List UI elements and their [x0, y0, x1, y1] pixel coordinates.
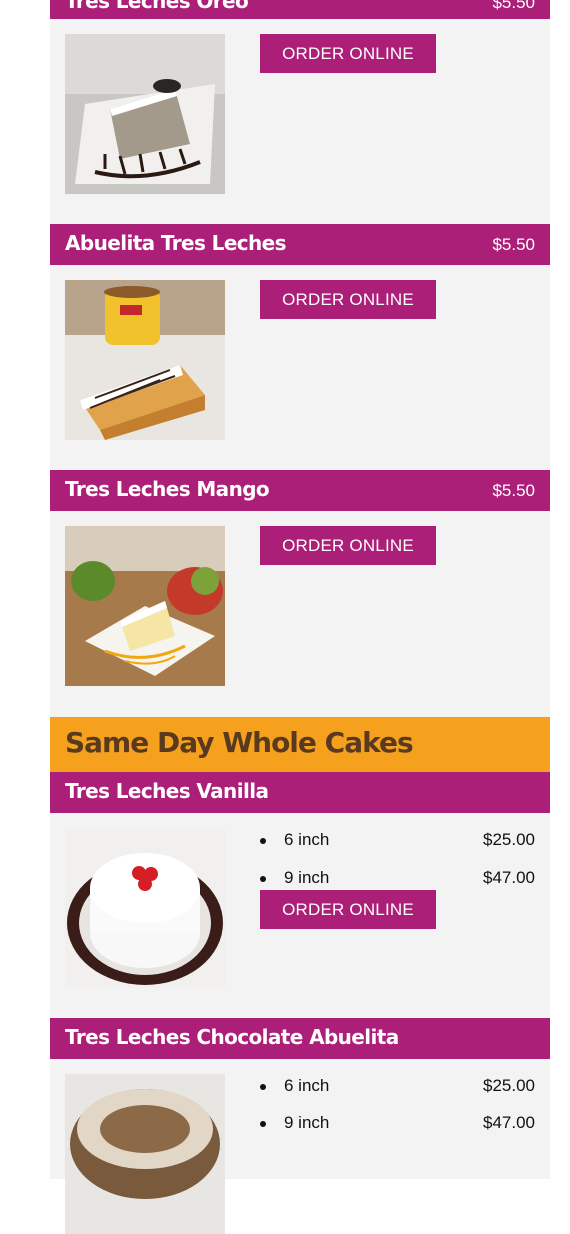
order-online-button[interactable]: ORDER ONLINE — [260, 34, 436, 73]
size-label: 6 inch — [284, 830, 330, 849]
size-option: 9 inch $47.00 — [260, 1111, 535, 1135]
order-online-button[interactable]: ORDER ONLINE — [260, 526, 436, 565]
item-card: ORDER ONLINE — [50, 511, 550, 717]
item-title: Tres Leches Chocolate Abuelita — [65, 1025, 399, 1049]
item-header: Abuelita Tres Leches $5.50 — [50, 224, 550, 265]
vanilla-cake-photo — [65, 828, 225, 988]
item-card: ORDER ONLINE — [50, 265, 550, 470]
item-title: Tres Leches Vanilla — [65, 779, 269, 803]
section-title: Same Day Whole Cakes — [65, 726, 414, 759]
size-option: 9 inch $47.00 — [260, 866, 535, 890]
item-header: Tres Leches Vanilla — [50, 772, 550, 813]
abuelita-cake-photo — [65, 280, 225, 440]
size-price: $25.00 — [483, 1076, 535, 1095]
mango-cake-photo — [65, 526, 225, 686]
item-price: $5.50 — [492, 481, 535, 500]
item-header: Tres Leches Chocolate Abuelita — [50, 1018, 550, 1059]
item-title: Tres Leches Oreo — [65, 0, 249, 13]
item-card: 6 inch $25.00 9 inch $47.00 — [50, 1059, 550, 1234]
bullet-icon — [260, 1121, 266, 1127]
bullet-icon — [260, 876, 266, 882]
size-option: 6 inch $25.00 — [260, 828, 535, 852]
item-card: ORDER ONLINE — [50, 19, 550, 224]
bullet-icon — [260, 838, 266, 844]
order-online-button[interactable]: ORDER ONLINE — [260, 890, 436, 929]
size-option: 6 inch $25.00 — [260, 1074, 535, 1098]
size-label: 6 inch — [284, 1076, 330, 1095]
section-banner: Same Day Whole Cakes — [50, 717, 550, 772]
item-title: Abuelita Tres Leches — [65, 231, 287, 255]
bullet-icon — [260, 1084, 266, 1090]
size-label: 9 inch — [284, 1113, 330, 1132]
chocolate-cake-photo — [65, 1074, 225, 1234]
item-card: 6 inch $25.00 9 inch $47.00 ORDER ONLINE — [50, 813, 550, 1018]
size-label: 9 inch — [284, 868, 330, 887]
order-online-button[interactable]: ORDER ONLINE — [260, 280, 436, 319]
size-price: $25.00 — [483, 830, 535, 849]
item-title: Tres Leches Mango — [65, 477, 270, 501]
item-price: $5.50 — [492, 0, 535, 12]
item-price: $5.50 — [492, 235, 535, 254]
size-price: $47.00 — [483, 1113, 535, 1132]
oreo-cake-photo — [65, 34, 225, 194]
size-price: $47.00 — [483, 868, 535, 887]
item-header: Tres Leches Mango $5.50 — [50, 470, 550, 511]
